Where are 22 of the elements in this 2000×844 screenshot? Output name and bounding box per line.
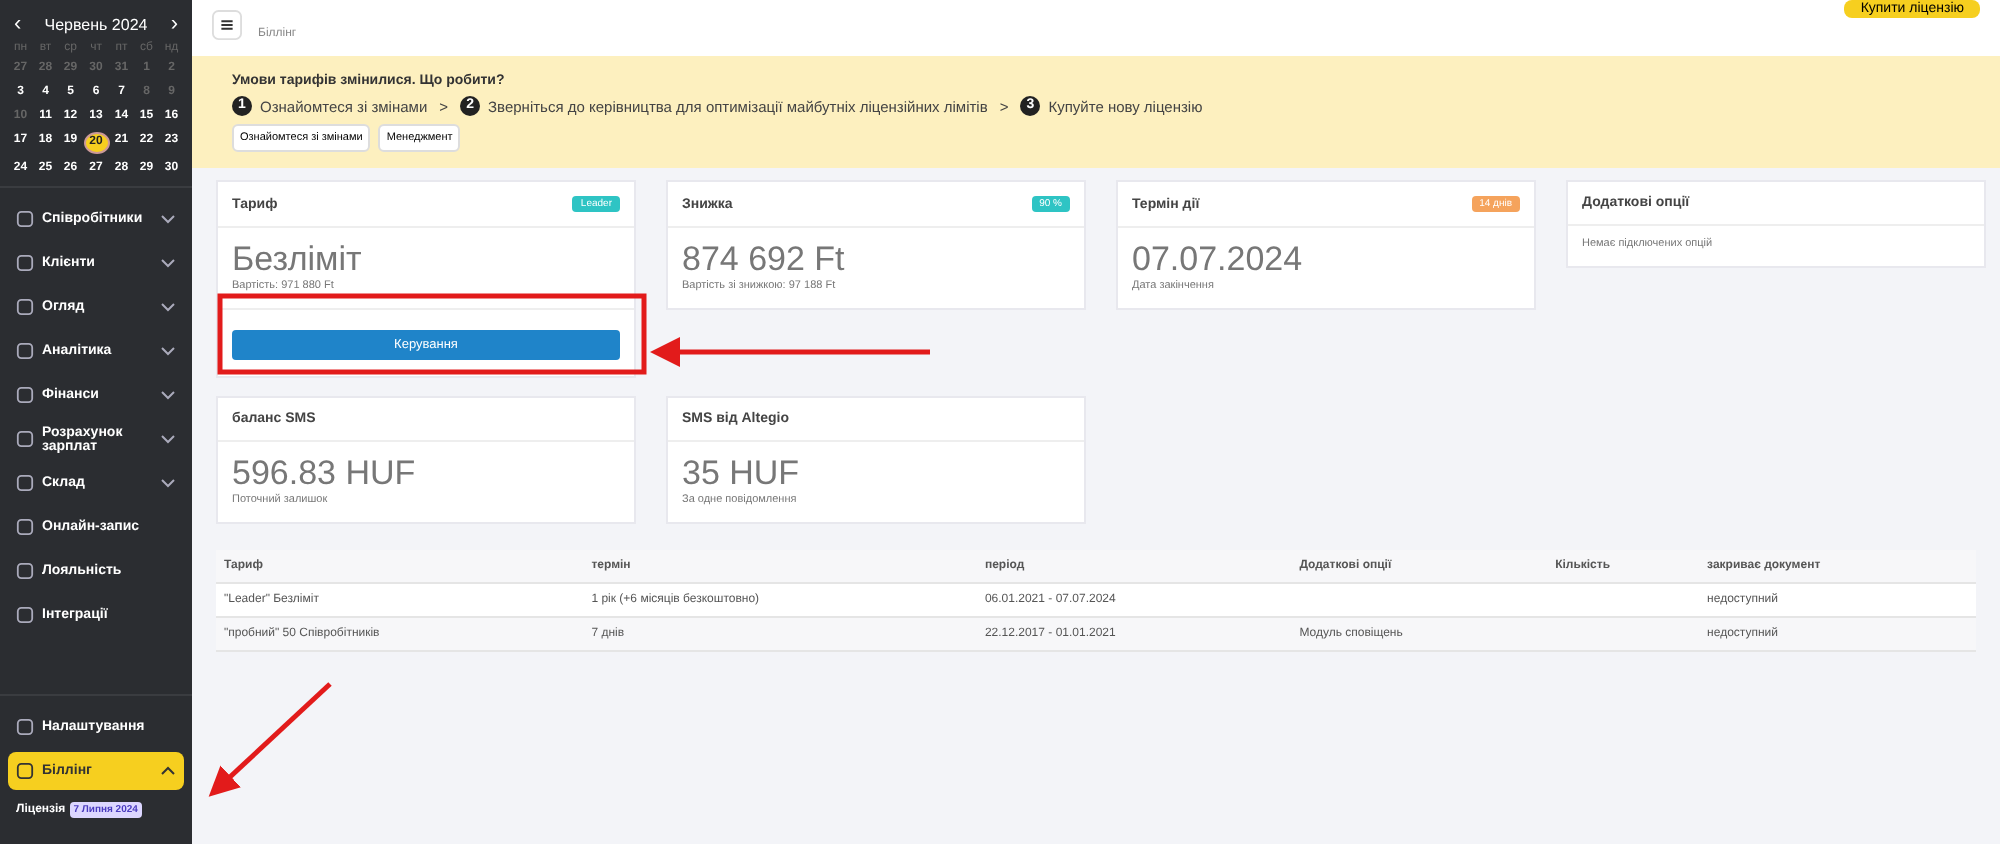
menu-icon[interactable] xyxy=(212,10,242,40)
square-icon xyxy=(16,342,34,360)
square-icon xyxy=(16,606,34,624)
calendar-month: Червень 2024 xyxy=(44,15,148,33)
square-icon xyxy=(16,718,34,736)
square-icon xyxy=(16,210,34,228)
annotation-arrow xyxy=(208,682,332,797)
square-icon xyxy=(16,298,34,316)
card-value: 07.07.2024 xyxy=(1132,240,1305,280)
card-value: 874 692 Ft xyxy=(682,240,847,280)
square-icon xyxy=(16,474,34,492)
card-value: 35 HUF xyxy=(682,454,802,494)
square-icon xyxy=(16,386,34,404)
square-icon xyxy=(16,562,34,580)
card-value: 596.83 HUF xyxy=(232,454,418,494)
next-month-button[interactable]: › xyxy=(164,12,184,36)
card-value: Безліміт xyxy=(232,240,364,280)
square-icon xyxy=(16,762,34,780)
previous-month-button[interactable]: ‹ xyxy=(8,12,28,36)
square-icon xyxy=(16,254,34,272)
square-icon xyxy=(16,518,34,536)
square-icon xyxy=(16,430,34,448)
